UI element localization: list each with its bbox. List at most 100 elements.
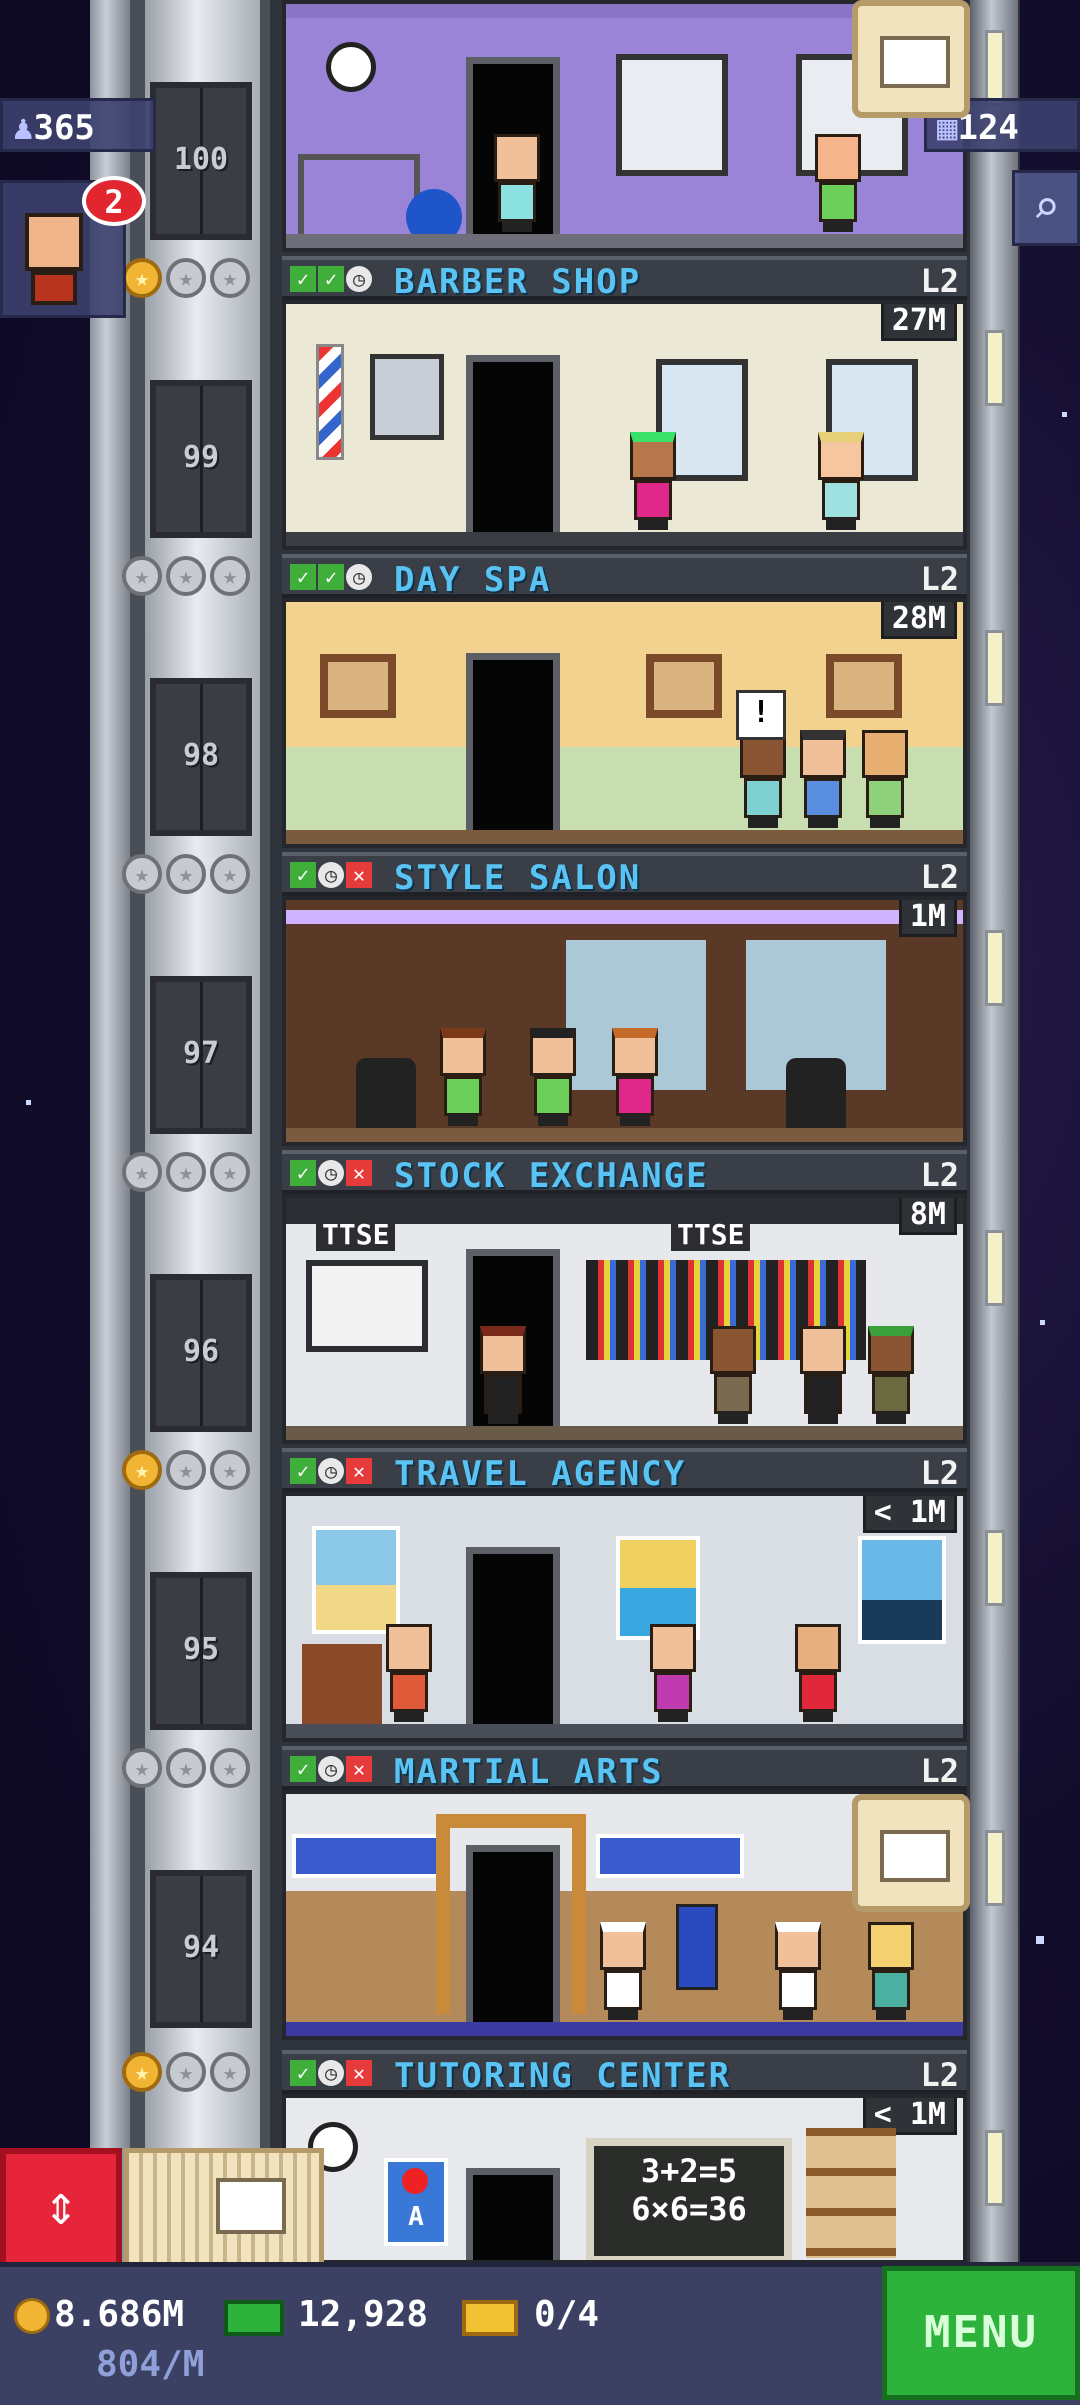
- avatar-body: [31, 271, 77, 305]
- barber-pole: [316, 344, 344, 460]
- check-icon: ✓: [318, 266, 344, 292]
- star-icon: ★: [210, 1152, 250, 1192]
- population-counter[interactable]: ♟365: [0, 98, 156, 152]
- clock-icon: ◷: [318, 1160, 344, 1186]
- floor-banner-travel-agency[interactable]: ✓ ◷ ✕ TRAVEL AGENCY L2: [282, 1448, 967, 1494]
- room-door: [466, 653, 560, 830]
- tenant-sprite[interactable]: [608, 1028, 662, 1128]
- floor-number: 100: [173, 142, 229, 177]
- star-icon: ★: [122, 2052, 162, 2092]
- tenant-sprite[interactable]: [864, 1922, 918, 2022]
- stock-amount: 27M: [880, 304, 957, 341]
- tenant-sprite[interactable]: [490, 134, 544, 234]
- tenant-sprite[interactable]: [476, 1326, 530, 1426]
- tenant-sprite[interactable]: [526, 1028, 580, 1128]
- apple-icon: [402, 2168, 428, 2194]
- search-button[interactable]: ⌕: [1012, 170, 1080, 246]
- room-floor: [286, 234, 963, 248]
- check-icon: ✓: [290, 1458, 316, 1484]
- tickets-value: 0/4: [534, 2294, 600, 2335]
- tenant-sprite[interactable]: [796, 730, 850, 830]
- business-name: BARBER SHOP: [394, 262, 642, 302]
- tenant-sprite[interactable]: [626, 432, 680, 532]
- floor-banner-style-salon[interactable]: ✓ ◷ ✕ STYLE SALON L2: [282, 852, 967, 898]
- star-icon: ★: [166, 556, 206, 596]
- business-name: MARTIAL ARTS: [394, 1752, 664, 1792]
- tower-window: [985, 1530, 1005, 1606]
- population-value: 365: [33, 108, 95, 148]
- check-icon: ✓: [290, 862, 316, 888]
- travel-poster: [858, 1536, 946, 1644]
- business-level: L2: [920, 1156, 959, 1194]
- stock-amount: 1M: [898, 900, 957, 937]
- floor-room-style-salon[interactable]: 1M: [282, 896, 967, 1146]
- tower-window: [985, 330, 1005, 406]
- floor-banner-day-spa[interactable]: ✓ ✓ ◷ DAY SPA L2: [282, 554, 967, 600]
- floor-banner-martial-arts[interactable]: ✓ ◷ ✕ MARTIAL ARTS L2: [282, 1746, 967, 1792]
- tenant-sprite[interactable]: [646, 1624, 700, 1724]
- menu-button[interactable]: MENU: [882, 2266, 1080, 2400]
- alert-bubble-icon[interactable]: !: [736, 690, 786, 740]
- tenant-sprite[interactable]: [811, 134, 865, 234]
- floor-room-tutoring-center[interactable]: < 1M A 3+2=5 6×6=36: [282, 2094, 967, 2264]
- star-icon: ★: [122, 258, 162, 298]
- tenant-sprite[interactable]: [736, 730, 790, 830]
- star-icon: ★: [122, 1450, 162, 1490]
- stock-crate-button[interactable]: [852, 0, 970, 118]
- restock-status: ✓ ◷ ✕: [290, 2060, 372, 2086]
- restock-status: ✓ ◷ ✕: [290, 1458, 372, 1484]
- tenant-sprite[interactable]: [436, 1028, 490, 1128]
- business-level: L2: [920, 858, 959, 896]
- room-floor: [286, 532, 963, 546]
- tenant-sprite[interactable]: [858, 730, 912, 830]
- tenant-sprite[interactable]: [814, 432, 868, 532]
- star-icon: ★: [166, 1450, 206, 1490]
- tower-window: [985, 2130, 1005, 2206]
- floor-stars: ★ ★ ★: [122, 556, 250, 596]
- restock-status: ✓ ✓ ◷: [290, 564, 372, 590]
- check-icon: ✓: [290, 564, 316, 590]
- tenant-sprite[interactable]: [706, 1326, 760, 1426]
- floor-stars: ★ ★ ★: [122, 2052, 250, 2092]
- business-name: DAY SPA: [394, 560, 552, 600]
- wall-picture: [646, 654, 722, 718]
- tenant-sprite[interactable]: [771, 1922, 825, 2022]
- tenant-sprite[interactable]: [796, 1326, 850, 1426]
- tower-window: [985, 1230, 1005, 1306]
- floor-banner-barber-shop[interactable]: ✓ ✓ ◷ BARBER SHOP L2: [282, 256, 967, 302]
- floor-banner-tutoring-center[interactable]: ✓ ◷ ✕ TUTORING CENTER L2: [282, 2050, 967, 2096]
- star-icon: ★: [122, 1748, 162, 1788]
- floor-number: 97: [182, 1036, 220, 1071]
- tower-window: [985, 30, 1005, 106]
- clock-icon: ◷: [346, 266, 372, 292]
- brochure-shelf: [302, 1644, 382, 1724]
- room-floor: [286, 2022, 963, 2036]
- tenant-sprite[interactable]: [864, 1326, 918, 1426]
- business-level: L2: [920, 1454, 959, 1492]
- salon-chair: [356, 1058, 416, 1128]
- floor-room-day-spa[interactable]: 28M !: [282, 598, 967, 848]
- floor-room-travel-agency[interactable]: < 1M: [282, 1492, 967, 1742]
- tenant-sprite[interactable]: [382, 1624, 436, 1724]
- inventory-stack-button[interactable]: [124, 2148, 324, 2270]
- tenant-sprite[interactable]: [791, 1624, 845, 1724]
- floor-banner-stock-exchange[interactable]: ✓ ◷ ✕ STOCK EXCHANGE L2: [282, 1150, 967, 1196]
- chalkboard: 3+2=5 6×6=36: [586, 2138, 792, 2260]
- tenant-sprite[interactable]: [596, 1922, 650, 2022]
- wall-picture: [320, 654, 396, 718]
- background-star: [1062, 412, 1067, 417]
- restock-status: ✓ ✓ ◷: [290, 266, 372, 292]
- ttse-sign: TTSE: [671, 1218, 751, 1251]
- stock-amount: 8M: [898, 1198, 957, 1235]
- chalkboard-line: 3+2=5: [640, 2152, 738, 2190]
- stock-crate-button[interactable]: [852, 1794, 970, 1912]
- background-star: [1040, 1320, 1045, 1325]
- floor-stars: ★ ★ ★: [122, 1748, 250, 1788]
- check-icon: ✓: [290, 266, 316, 292]
- search-icon: ⌕: [1032, 180, 1060, 234]
- floor-room-barber-shop[interactable]: 27M: [282, 300, 967, 550]
- elevator-button[interactable]: ⇕: [0, 2148, 122, 2270]
- floor-number: 99: [182, 440, 220, 475]
- floor-room-stock-exchange[interactable]: 8M TTSE TTSE: [282, 1194, 967, 1444]
- x-icon: ✕: [346, 1756, 372, 1782]
